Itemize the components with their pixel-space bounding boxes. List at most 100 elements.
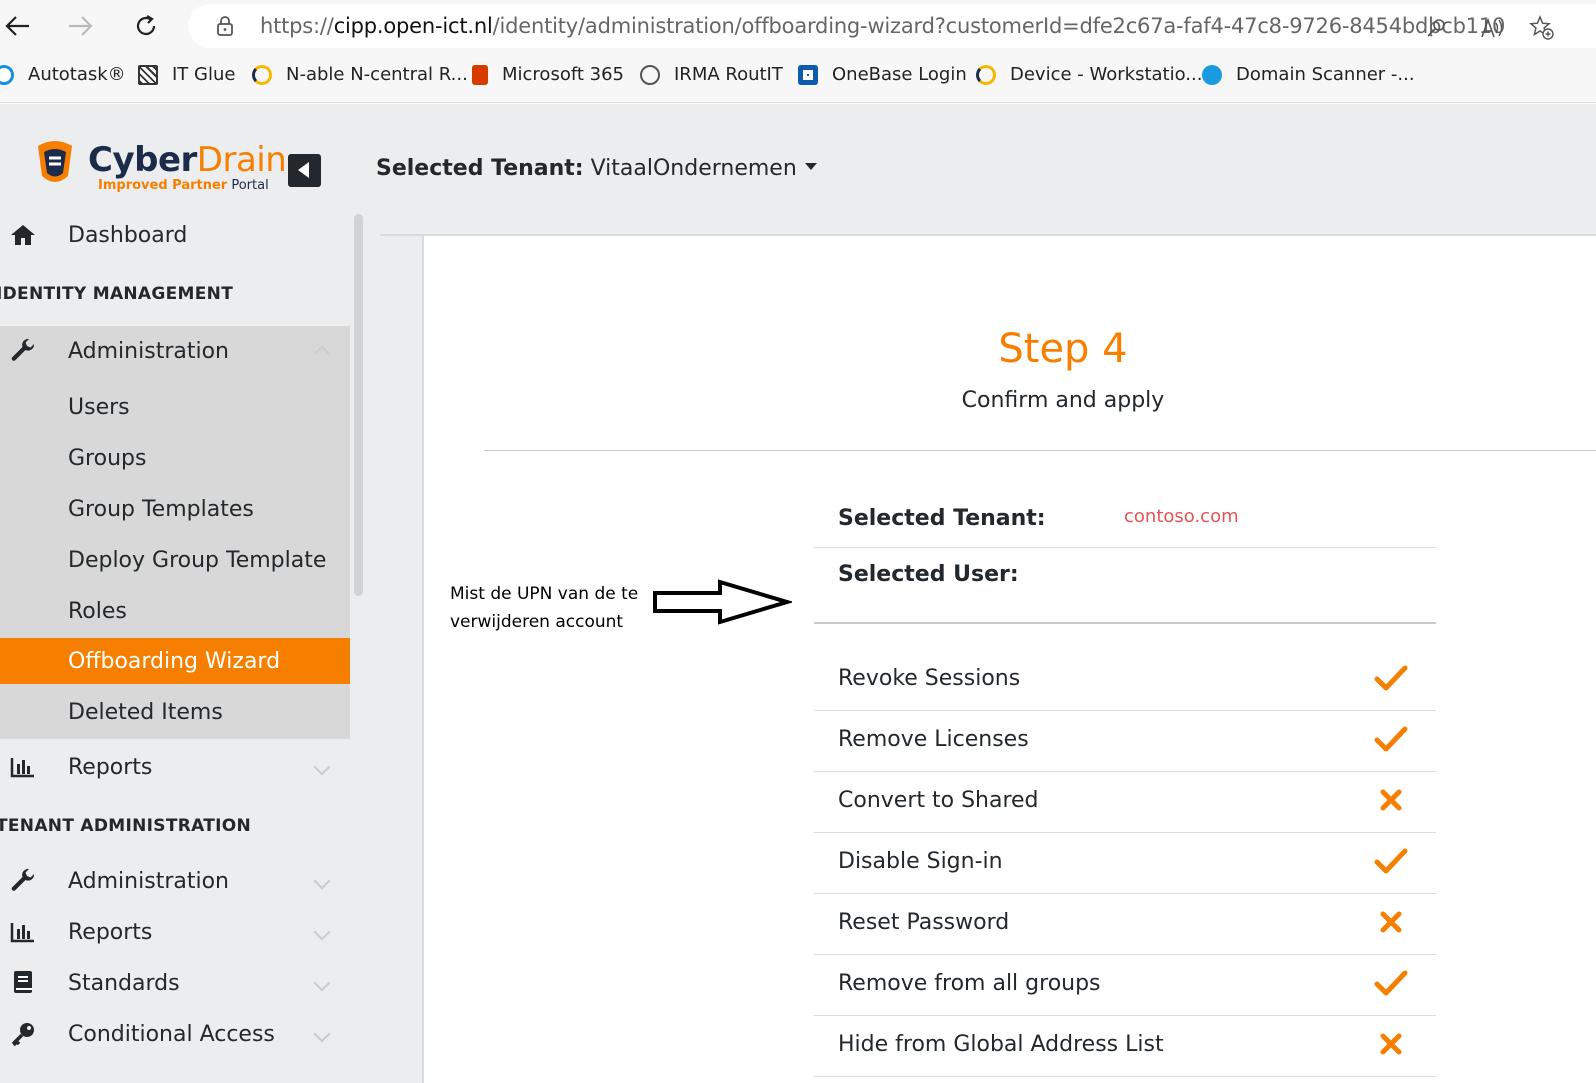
key-icon bbox=[8, 1019, 38, 1049]
wrench-icon bbox=[8, 866, 38, 896]
sidebar-item-conditional-access[interactable]: Conditional Access bbox=[0, 1009, 350, 1059]
option-label: Hide from Global Address List bbox=[838, 1032, 1164, 1057]
section-title-identity: IDENTITY MANAGEMENT bbox=[0, 284, 234, 304]
bar-chart-icon bbox=[8, 752, 38, 782]
option-label: Remove Licenses bbox=[838, 727, 1029, 752]
bookmark-autotask[interactable]: Autotask® bbox=[0, 64, 126, 85]
sidebar-item-dashboard[interactable]: Dashboard bbox=[0, 210, 350, 260]
sidebar-item-standards[interactable]: Standards bbox=[0, 958, 350, 1008]
autotask-icon bbox=[0, 64, 14, 85]
section-title-tenant: TENANT ADMINISTRATION bbox=[0, 816, 252, 836]
step-subtitle: Confirm and apply bbox=[961, 388, 1165, 413]
option-label: Disable Sign-in bbox=[838, 849, 1003, 874]
domain-scanner-icon bbox=[1202, 64, 1222, 85]
sidebar-item-identity-reports[interactable]: Reports bbox=[0, 742, 350, 792]
bookmark-label: Device - Workstatio... bbox=[1010, 64, 1203, 85]
cross-icon bbox=[1380, 911, 1402, 933]
add-favorite-icon[interactable] bbox=[1528, 14, 1556, 42]
sidebar-item-groups[interactable]: Groups bbox=[0, 435, 350, 481]
annotation-arrow-icon bbox=[653, 579, 792, 625]
irma-icon bbox=[640, 64, 660, 85]
bookmark-label: N-able N-central R... bbox=[286, 64, 468, 85]
check-icon bbox=[1374, 726, 1408, 752]
sidebar-item-group-templates[interactable]: Group Templates bbox=[0, 486, 350, 532]
identity-admin-group: Administration Users Groups Group Templa… bbox=[0, 326, 350, 739]
cyberdrain-logo-icon bbox=[38, 141, 72, 182]
sidebar-item-offboarding-wizard[interactable]: Offboarding Wizard bbox=[0, 638, 350, 684]
bookmark-irma[interactable]: IRMA RoutIT bbox=[640, 64, 783, 85]
check-icon bbox=[1374, 970, 1408, 996]
summary-row-tenant: Selected Tenant: contoso.com bbox=[814, 492, 1436, 548]
chevron-down-icon bbox=[313, 974, 331, 992]
sidebar-item-roles[interactable]: Roles bbox=[0, 588, 350, 634]
key-icon[interactable] bbox=[1422, 14, 1450, 42]
cipp-app: CyberDrain Improved Partner Portal Dashb… bbox=[0, 104, 1596, 1083]
book-icon bbox=[8, 968, 38, 998]
wrench-icon bbox=[8, 336, 38, 366]
check-icon bbox=[1374, 665, 1408, 691]
cross-icon bbox=[1380, 1033, 1402, 1055]
back-icon[interactable] bbox=[0, 8, 36, 44]
caret-down-icon bbox=[804, 162, 817, 170]
sidebar-scrollbar[interactable] bbox=[354, 214, 363, 596]
summary-row-user: Selected User: bbox=[814, 548, 1436, 624]
option-row-reset-password: Reset Password bbox=[814, 894, 1436, 955]
browser-toolbar: https://cipp.open-ict.nl/identity/admini… bbox=[0, 0, 1596, 52]
chevron-down-icon bbox=[313, 1025, 331, 1043]
nable-icon bbox=[976, 64, 996, 85]
option-row-hide-from-gal: Hide from Global Address List bbox=[814, 1016, 1436, 1077]
sidebar-item-deleted-items[interactable]: Deleted Items bbox=[0, 689, 350, 735]
sidebar-item-tenant-administration[interactable]: Administration bbox=[0, 856, 350, 906]
sidebar-toggle-button[interactable] bbox=[288, 154, 321, 187]
cross-icon bbox=[1380, 789, 1402, 811]
chevron-down-icon bbox=[313, 872, 331, 890]
sidebar-item-users[interactable]: Users bbox=[0, 384, 350, 430]
home-icon bbox=[8, 220, 38, 250]
annotation-note: Mist de UPN van de te verwijderen accoun… bbox=[450, 584, 639, 632]
tenant-selector-label: Selected Tenant: bbox=[376, 156, 584, 181]
option-label: Revoke Sessions bbox=[838, 666, 1021, 691]
sidebar: CyberDrain Improved Partner Portal Dashb… bbox=[0, 104, 363, 1083]
chevron-down-icon bbox=[313, 758, 331, 776]
read-aloud-icon[interactable] bbox=[1478, 14, 1506, 42]
bookmark-onebase[interactable]: OneBase Login bbox=[798, 64, 967, 85]
bookmark-domain-scanner[interactable]: Domain Scanner -... bbox=[1202, 64, 1415, 85]
card-divider bbox=[484, 450, 1596, 451]
bookmark-microsoft365[interactable]: Microsoft 365 bbox=[472, 64, 624, 85]
nable-icon bbox=[252, 64, 272, 85]
summary-label: Selected Tenant: bbox=[838, 506, 1046, 531]
sidebar-item-identity-administration[interactable]: Administration bbox=[0, 326, 350, 376]
bar-chart-icon bbox=[8, 917, 38, 947]
tenant-selector[interactable]: Selected Tenant: VitaalOndernemen bbox=[376, 156, 817, 181]
sidebar-item-tenant-reports[interactable]: Reports bbox=[0, 907, 350, 957]
summary-tenant-value: contoso.com bbox=[1124, 506, 1239, 527]
bookmark-label: Autotask® bbox=[28, 64, 126, 85]
bookmark-label: Microsoft 365 bbox=[502, 64, 624, 85]
forward-icon[interactable] bbox=[62, 8, 98, 44]
address-bar[interactable]: https://cipp.open-ict.nl/identity/admini… bbox=[188, 4, 1596, 48]
refresh-icon[interactable] bbox=[128, 8, 164, 44]
brand-name: CyberDrain bbox=[88, 140, 287, 180]
bookmark-label: OneBase Login bbox=[832, 64, 967, 85]
bookmark-itglue[interactable]: IT Glue bbox=[138, 64, 235, 85]
bookmarks-bar: Autotask® IT Glue N-able N-central R... … bbox=[0, 52, 1596, 103]
brand-tagline: Improved Partner Portal bbox=[98, 178, 269, 193]
lock-icon[interactable] bbox=[216, 16, 234, 36]
onebase-icon bbox=[798, 64, 818, 85]
option-row-disable-sign-in: Disable Sign-in bbox=[814, 833, 1436, 894]
brand-logo[interactable]: CyberDrain Improved Partner Portal bbox=[30, 134, 287, 194]
bookmark-label: IT Glue bbox=[172, 64, 236, 85]
bookmark-label: IRMA RoutIT bbox=[674, 64, 783, 85]
chevron-up-icon bbox=[313, 345, 331, 363]
office-icon bbox=[472, 64, 488, 85]
bookmark-device-workstation[interactable]: Device - Workstatio... bbox=[976, 64, 1202, 85]
tenant-selector-value: VitaalOndernemen bbox=[583, 156, 797, 181]
wizard-card: Step 4 Confirm and apply Selected Tenant… bbox=[422, 236, 1596, 1083]
url-text[interactable]: https://cipp.open-ict.nl/identity/admini… bbox=[260, 14, 1505, 38]
option-row-convert-to-shared: Convert to Shared bbox=[814, 772, 1436, 833]
option-label: Reset Password bbox=[838, 910, 1010, 935]
option-row-revoke-sessions: Revoke Sessions bbox=[814, 650, 1436, 711]
step-title: Step 4 bbox=[998, 326, 1128, 372]
sidebar-item-deploy-group-template[interactable]: Deploy Group Template bbox=[0, 537, 350, 583]
bookmark-nable[interactable]: N-able N-central R... bbox=[252, 64, 468, 85]
